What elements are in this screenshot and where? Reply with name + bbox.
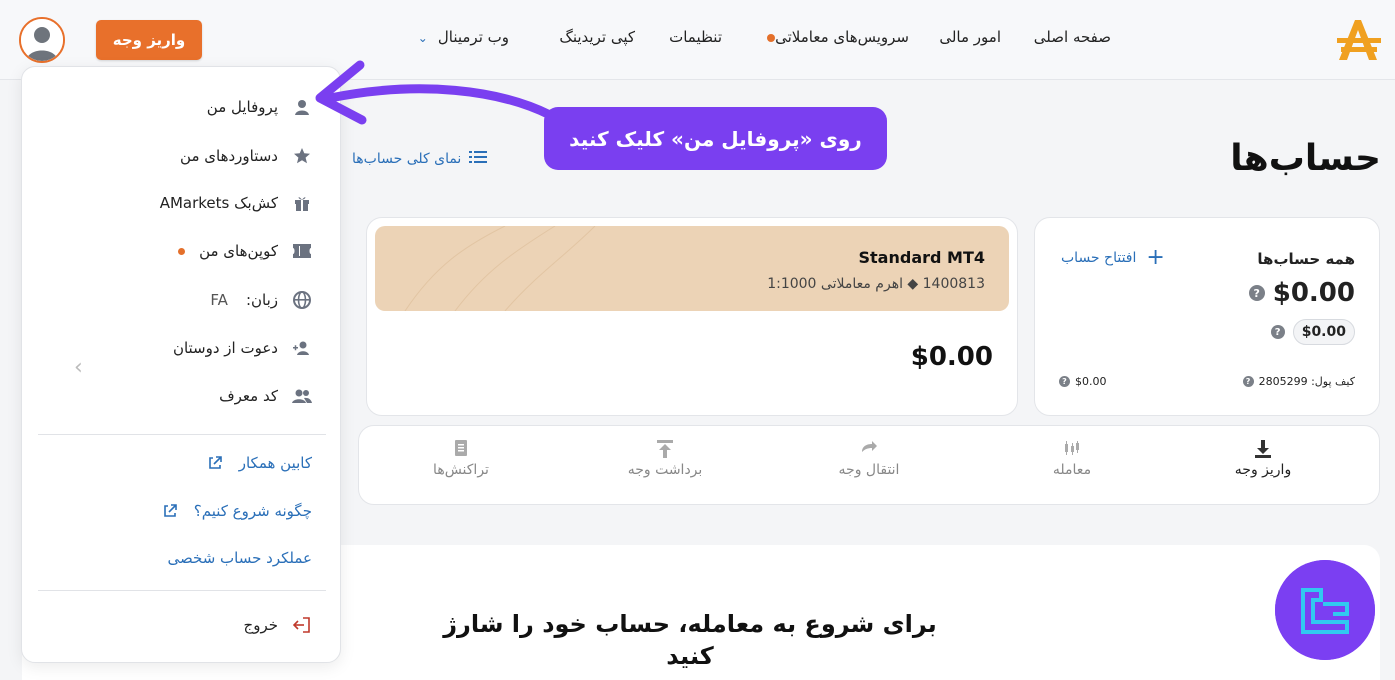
mt4-account-name: Standard MT4 — [858, 248, 986, 267]
user-avatar-icon — [21, 19, 63, 61]
menu-item-my-profile-label: پروفایل من — [206, 98, 278, 116]
menu-item-language-label: زبان: — [245, 291, 278, 309]
callout-arrow-icon — [315, 60, 555, 125]
brand-badge-icon — [1275, 560, 1375, 660]
action-withdraw-label: برداشت وجه — [627, 462, 703, 478]
action-deposit[interactable]: واریز وجه — [1203, 440, 1323, 478]
external-link-icon — [160, 501, 180, 521]
deposit-button[interactable]: واریز وجه — [96, 20, 202, 60]
menu-item-achievements[interactable]: دستاوردهای من — [180, 146, 312, 166]
user-avatar[interactable] — [19, 17, 65, 63]
all-accounts-title: همه حساب‌ها — [1257, 250, 1355, 268]
external-link-icon — [205, 453, 225, 473]
menu-item-achievements-label: دستاوردهای من — [180, 147, 278, 165]
menu-item-logout[interactable]: خروج — [244, 615, 312, 635]
wallet-row: کیف پول: 2805299 ? — [1242, 375, 1355, 388]
action-transactions-label: تراکنش‌ها — [433, 462, 489, 478]
total-balance-value: $0.00 — [1272, 278, 1355, 308]
action-transfer-label: انتقال وجه — [838, 462, 900, 478]
menu-item-how-to-start-label: چگونه شروع کنیم؟ — [193, 502, 312, 520]
notification-dot — [767, 33, 776, 42]
menu-item-logout-label: خروج — [243, 616, 278, 634]
menu-item-referral-code-label: کد معرف — [219, 387, 278, 405]
menu-divider — [38, 434, 326, 435]
menu-item-how-to-start[interactable]: چگونه شروع کنیم؟ — [160, 501, 312, 521]
fund-account-message: برای شروع به معامله، حساب خود را شارژ کن… — [440, 608, 940, 672]
plus-icon: + — [1146, 245, 1165, 270]
menu-item-my-profile[interactable]: پروفایل من — [207, 97, 312, 117]
download-icon — [1203, 440, 1323, 462]
menu-item-language-value: FA — [210, 291, 228, 309]
action-transfer[interactable]: انتقال وجه — [809, 440, 929, 478]
help-icon[interactable]: ? — [1270, 325, 1285, 339]
menu-item-personal-performance-label: عملکرد حساب شخصی — [167, 549, 312, 567]
accounts-overview-link[interactable]: نمای کلی حساب‌ها — [352, 150, 488, 168]
action-trade-label: معامله — [1052, 462, 1092, 478]
upload-icon — [605, 440, 725, 462]
receipt-icon — [401, 440, 521, 462]
balance-pill: $0.00 — [1292, 319, 1355, 345]
transfer-icon — [809, 440, 929, 462]
accounts-overview-label: نمای کلی حساب‌ها — [352, 151, 462, 167]
menu-item-partner-cabinet[interactable]: کابین همکار — [205, 453, 312, 473]
amarkets-logo-icon[interactable] — [1335, 16, 1381, 62]
users-icon — [292, 386, 312, 406]
help-icon[interactable]: ? — [1248, 285, 1265, 301]
menu-item-cashback[interactable]: کش‌بک AMarkets — [160, 193, 312, 213]
wallet-balance: ? $0.00 — [1059, 375, 1107, 388]
mt4-account-balance: $0.00 — [910, 342, 993, 372]
wallet-balance-value: $0.00 — [1075, 375, 1107, 388]
page-title: حساب‌ها — [1230, 138, 1381, 179]
menu-item-coupons[interactable]: کوپن‌های من — [178, 241, 312, 261]
menu-item-partner-cabinet-label: کابین همکار — [238, 454, 312, 472]
open-account-label: افتتاح حساب — [1061, 250, 1137, 266]
action-deposit-label: واریز وجه — [1234, 462, 1292, 478]
banner-decoration — [404, 226, 596, 311]
menu-item-referral-code[interactable]: کد معرف — [219, 386, 312, 406]
open-account-link[interactable]: + افتتاح حساب — [1061, 245, 1165, 270]
add-user-icon — [292, 338, 312, 358]
all-accounts-card: همه حساب‌ها + افتتاح حساب ? $0.00 ? $0.0… — [1034, 217, 1380, 416]
profile-dropdown-menu: پروفایل من دستاوردهای من کش‌بک AMarkets … — [21, 66, 341, 663]
globe-icon — [292, 290, 312, 310]
candles-icon — [1012, 440, 1132, 462]
notification-dot — [178, 247, 186, 255]
menu-divider — [38, 590, 326, 591]
ticket-icon — [292, 241, 312, 261]
menu-item-cashback-label: کش‌بک AMarkets — [159, 194, 278, 212]
list-icon — [469, 150, 488, 168]
nav-finance[interactable]: امور مالی — [939, 28, 1001, 46]
help-icon[interactable]: ? — [1242, 376, 1254, 387]
action-bar: واریز وجه معامله انتقال وجه برداشت وجه ت… — [358, 425, 1380, 505]
menu-item-language[interactable]: زبان: FA — [210, 290, 312, 310]
mt4-account-card[interactable]: Standard MT4 1400813 ◆ اهرم معاملاتی 1:1… — [366, 217, 1018, 416]
mt4-account-banner: Standard MT4 1400813 ◆ اهرم معاملاتی 1:1… — [375, 226, 1009, 311]
menu-item-coupons-label: کوپن‌های من — [199, 242, 278, 260]
balance-pill-row: ? $0.00 — [1270, 319, 1355, 345]
action-trade[interactable]: معامله — [1012, 440, 1132, 478]
fund-account-message-line1: برای شروع به معامله، حساب خود را شارژ — [443, 610, 937, 638]
total-balance: ? $0.00 — [1248, 278, 1355, 308]
nav-trading-services-label: سرویس‌های معاملاتی — [775, 28, 909, 46]
chevron-left-icon[interactable]: ‹ — [74, 355, 83, 380]
gift-icon — [292, 193, 312, 213]
nav-web-terminal[interactable]: وب ترمینال ⌄ — [418, 28, 509, 46]
menu-item-invite-friends[interactable]: دعوت از دوستان — [173, 338, 312, 358]
menu-item-personal-performance[interactable]: عملکرد حساب شخصی — [168, 549, 312, 567]
nav-settings[interactable]: تنظیمات — [669, 28, 722, 46]
action-withdraw[interactable]: برداشت وجه — [605, 440, 725, 478]
help-icon[interactable]: ? — [1059, 376, 1070, 387]
nav-copy-trading[interactable]: کپی تریدینگ — [559, 28, 635, 46]
wallet-label: کیف پول: 2805299 — [1258, 375, 1355, 388]
nav-web-terminal-label: وب ترمینال — [437, 28, 509, 46]
nav-trading-services[interactable]: سرویس‌های معاملاتی — [759, 28, 909, 46]
logout-icon — [292, 615, 312, 635]
instruction-callout: روی «پروفایل من» کلیک کنید — [544, 107, 887, 170]
chevron-down-icon: ⌄ — [417, 31, 428, 45]
nav-home[interactable]: صفحه اصلی — [1034, 28, 1111, 46]
menu-item-invite-friends-label: دعوت از دوستان — [172, 339, 278, 357]
fund-account-message-line2: کنید — [666, 642, 714, 670]
mt4-account-details: 1400813 ◆ اهرم معاملاتی 1:1000 — [767, 276, 985, 292]
action-transactions[interactable]: تراکنش‌ها — [401, 440, 521, 478]
